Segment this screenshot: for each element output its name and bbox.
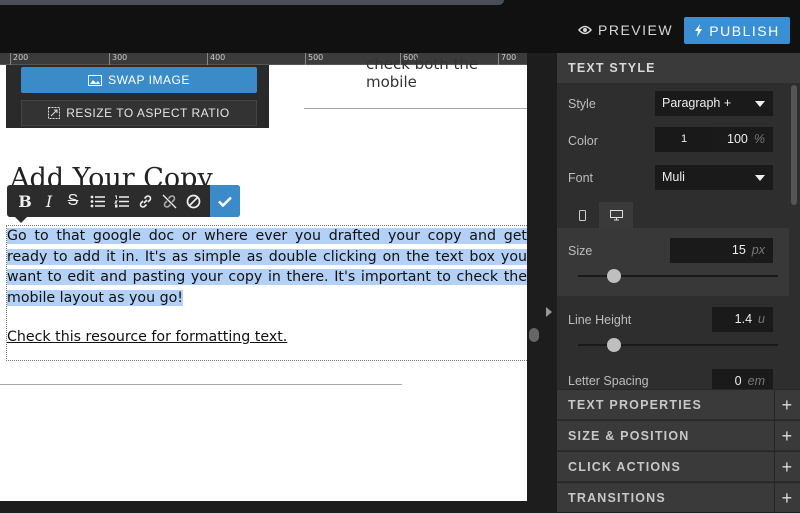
color-opacity-value: 100 (727, 132, 748, 146)
size-label: Size (568, 244, 593, 258)
line-height-slider-knob[interactable] (607, 338, 621, 352)
line-height-label: Line Height (568, 313, 632, 327)
top-bar: PREVIEW PUBLISH (0, 0, 800, 53)
style-value: Paragraph + (662, 96, 732, 110)
scroll-handle[interactable] (529, 328, 539, 342)
resize-aspect-label: RESIZE TO ASPECT RATIO (66, 106, 230, 120)
lightning-icon (695, 24, 703, 37)
section-label: SIZE & POSITION (568, 429, 690, 443)
color-label: Color (568, 134, 598, 148)
panel-splitter[interactable] (527, 53, 557, 501)
text-style-panel: TEXT STYLE Style Paragraph + Color 1 100… (557, 53, 800, 513)
plus-icon[interactable]: + (774, 390, 800, 420)
color-opacity-field[interactable]: 100% (713, 127, 773, 152)
letter-spacing-value: 0 (734, 374, 742, 388)
letter-spacing-label: Letter Spacing (568, 374, 649, 388)
section-click-actions[interactable]: CLICK ACTIONS + (557, 451, 800, 482)
eye-icon (578, 25, 592, 35)
letter-spacing-unit: em (747, 374, 765, 388)
previous-text-snippet[interactable]: check both the mobile (366, 55, 527, 91)
image-icon (88, 74, 103, 86)
font-dropdown[interactable]: Muli (655, 165, 773, 190)
size-slider[interactable] (578, 269, 778, 283)
clear-format-button[interactable] (181, 189, 205, 213)
panel-scrollbar[interactable] (791, 85, 797, 205)
font-label: Font (568, 171, 594, 185)
tab-desktop[interactable] (599, 202, 633, 228)
strikethrough-button[interactable]: S (61, 189, 85, 213)
body-text[interactable]: Go to that google doc or where ever you … (7, 226, 527, 308)
link-icon (139, 194, 151, 208)
chevron-down-icon (755, 175, 765, 181)
numbered-list-icon (113, 195, 129, 207)
size-control-group: Size 15 px (557, 228, 789, 296)
swap-image-label: SWAP IMAGE (108, 73, 190, 87)
font-value: Muli (662, 170, 685, 184)
expand-panel-arrow-icon[interactable] (546, 307, 552, 317)
section-text-properties[interactable]: TEXT PROPERTIES + (557, 389, 800, 420)
link-button[interactable] (133, 189, 157, 213)
line-height-slider[interactable] (578, 338, 778, 352)
unlink-icon (162, 194, 176, 208)
toolbar-pointer (15, 217, 27, 223)
panel-title: TEXT STYLE (557, 53, 800, 83)
numbered-list-button[interactable] (109, 189, 133, 213)
size-slider-knob[interactable] (607, 269, 621, 283)
tab-mobile[interactable] (565, 202, 599, 228)
editor-canvas[interactable]: 200 300 400 500 600 700 check both the m… (0, 53, 527, 501)
section-label: TEXT PROPERTIES (568, 398, 702, 412)
resize-aspect-button[interactable]: RESIZE TO ASPECT RATIO (21, 100, 257, 126)
line-height-unit: u (758, 312, 765, 326)
bold-button[interactable]: B (13, 189, 37, 213)
style-dropdown[interactable]: Paragraph + (655, 91, 773, 116)
section-transitions[interactable]: TRANSITIONS + (557, 482, 800, 513)
format-toolbar: B I S (7, 185, 240, 223)
publish-label: PUBLISH (709, 22, 780, 39)
confirm-button[interactable] (210, 185, 240, 217)
chevron-down-icon (755, 101, 765, 107)
plus-icon[interactable]: + (774, 452, 800, 482)
swap-image-button[interactable]: SWAP IMAGE (21, 67, 257, 93)
selected-text[interactable]: Go to that google doc or where ever you … (7, 228, 527, 306)
device-tabs (565, 202, 633, 228)
clear-format-icon (186, 194, 200, 208)
resource-link[interactable]: Check this resource for formatting text. (7, 329, 287, 345)
plus-icon[interactable]: + (774, 421, 800, 451)
ruler-tick: 200 (10, 53, 28, 65)
ruler-tick: 400 (207, 53, 225, 65)
divider-line (0, 384, 402, 385)
size-unit: px (751, 243, 765, 257)
line-height-field[interactable]: 1.4 u (712, 307, 773, 332)
style-label: Style (568, 97, 596, 111)
checkmark-icon (218, 196, 232, 207)
section-label: TRANSITIONS (568, 491, 666, 505)
color-swatch[interactable]: 1 (655, 127, 713, 152)
italic-button[interactable]: I (37, 189, 61, 213)
ruler-tick: 300 (109, 53, 127, 65)
browser-bar-edge (0, 0, 504, 5)
preview-label: PREVIEW (598, 22, 674, 38)
publish-button[interactable]: PUBLISH (684, 17, 790, 44)
mobile-icon (578, 209, 586, 221)
ruler-tick: 500 (305, 53, 323, 65)
image-tools-panel: SWAP IMAGE RESIZE TO ASPECT RATIO (6, 65, 269, 128)
plus-icon[interactable]: + (774, 483, 800, 513)
section-label: CLICK ACTIONS (568, 460, 682, 474)
divider-line (304, 108, 527, 109)
section-size-position[interactable]: SIZE & POSITION + (557, 420, 800, 451)
color-opacity-unit: % (753, 132, 765, 146)
resize-icon (48, 107, 61, 119)
bullet-list-button[interactable] (85, 189, 109, 213)
size-field[interactable]: 15 px (670, 238, 773, 263)
size-value: 15 (731, 243, 746, 257)
unlink-button[interactable] (157, 189, 181, 213)
preview-button[interactable]: PREVIEW (578, 18, 673, 42)
desktop-icon (609, 209, 623, 220)
line-height-value: 1.4 (734, 312, 753, 326)
bullet-list-icon (90, 195, 105, 207)
